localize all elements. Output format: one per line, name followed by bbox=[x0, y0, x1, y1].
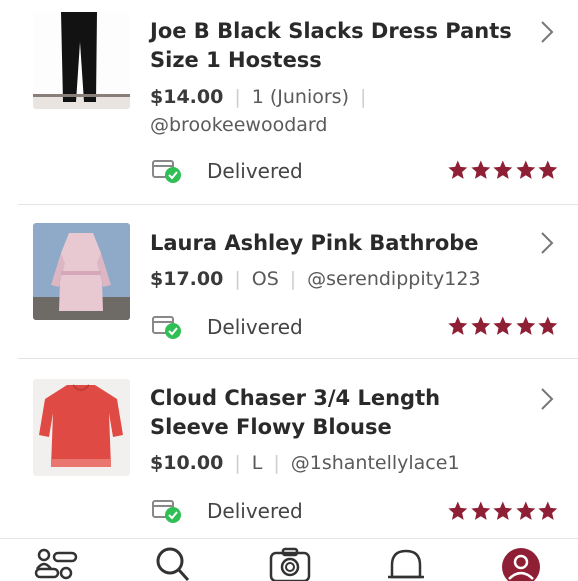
pink-bathrobe-image bbox=[33, 223, 130, 320]
price: $10.00 bbox=[150, 452, 224, 474]
star-icon bbox=[538, 160, 558, 179]
delivered-box-icon bbox=[152, 160, 181, 183]
black-slacks-image bbox=[33, 12, 130, 109]
separator: | bbox=[273, 452, 280, 474]
rating-stars bbox=[447, 315, 559, 339]
star-icon bbox=[493, 316, 513, 335]
star-icon bbox=[448, 316, 468, 335]
price: $17.00 bbox=[150, 268, 224, 290]
star-icon bbox=[470, 316, 490, 335]
size: OS bbox=[251, 268, 279, 290]
star-icon bbox=[470, 160, 490, 179]
delivery-status: Delivered bbox=[207, 159, 303, 183]
separator: | bbox=[234, 452, 241, 474]
separator: | bbox=[234, 268, 241, 290]
camera-icon[interactable] bbox=[268, 547, 312, 581]
order-row[interactable]: Laura Ashley Pink Bathrobe $17.00 | OS | @se… bbox=[0, 205, 578, 355]
product-title[interactable]: Laura Ashley Pink Bathrobe bbox=[150, 229, 520, 258]
title-line: Laura Ashley Pink Bathrobe bbox=[150, 231, 479, 255]
seller-username[interactable]: @brookeewoodard bbox=[150, 111, 550, 140]
search-icon[interactable] bbox=[150, 547, 194, 581]
bottom-nav bbox=[0, 538, 578, 581]
product-thumbnail[interactable] bbox=[33, 12, 130, 109]
star-icon bbox=[538, 316, 558, 335]
chevron-right-icon[interactable] bbox=[536, 231, 556, 255]
product-title[interactable]: Cloud Chaser 3/4 Length Sleeve Flowy Blo… bbox=[150, 384, 520, 442]
rating-stars bbox=[447, 500, 559, 524]
delivery-status: Delivered bbox=[207, 315, 303, 339]
star-icon bbox=[448, 160, 468, 179]
separator: | bbox=[360, 86, 367, 108]
star-icon bbox=[470, 501, 490, 520]
profile-icon[interactable] bbox=[499, 547, 543, 581]
title-line: Cloud Chaser 3/4 Length bbox=[150, 386, 441, 410]
chevron-right-icon[interactable] bbox=[536, 20, 556, 44]
delivery-status: Delivered bbox=[207, 499, 303, 523]
star-icon bbox=[493, 160, 513, 179]
star-icon bbox=[538, 501, 558, 520]
title-line: Sleeve Flowy Blouse bbox=[150, 415, 392, 439]
separator: | bbox=[234, 86, 241, 108]
chevron-right-icon[interactable] bbox=[536, 387, 556, 411]
title-line: Joe B Black Slacks Dress Pants bbox=[150, 19, 512, 43]
star-icon bbox=[516, 501, 536, 520]
delivered-box-icon bbox=[152, 316, 181, 339]
product-thumbnail[interactable] bbox=[33, 223, 130, 320]
product-thumbnail[interactable] bbox=[33, 379, 130, 476]
size: 1 (Juniors) bbox=[251, 86, 349, 108]
title-line: Size 1 Hostess bbox=[150, 48, 322, 72]
size: L bbox=[251, 452, 263, 474]
star-icon bbox=[516, 160, 536, 179]
feed-icon[interactable] bbox=[34, 547, 78, 581]
order-meta: $10.00 | L | @1shantellylace1 bbox=[150, 449, 550, 478]
separator: | bbox=[289, 268, 297, 290]
red-blouse-image bbox=[33, 379, 130, 476]
seller-username[interactable]: @1shantellylace1 bbox=[291, 452, 460, 474]
star-icon bbox=[493, 501, 513, 520]
order-row[interactable]: Joe B Black Slacks Dress Pants Size 1 Ho… bbox=[0, 0, 578, 183]
delivered-box-icon bbox=[152, 500, 181, 523]
rating-stars bbox=[447, 159, 559, 183]
news-bell-icon[interactable] bbox=[384, 547, 428, 581]
price: $14.00 bbox=[150, 86, 224, 108]
star-icon bbox=[516, 316, 536, 335]
star-icon bbox=[448, 501, 468, 520]
product-title[interactable]: Joe B Black Slacks Dress Pants Size 1 Ho… bbox=[150, 17, 520, 75]
order-meta: $14.00 | 1 (Juniors) | bbox=[150, 83, 550, 112]
order-meta: $17.00 | OS | @serendippity123 bbox=[150, 265, 550, 294]
order-row[interactable]: Cloud Chaser 3/4 Length Sleeve Flowy Blo… bbox=[0, 359, 578, 523]
seller-username[interactable]: @serendippity123 bbox=[307, 268, 480, 290]
